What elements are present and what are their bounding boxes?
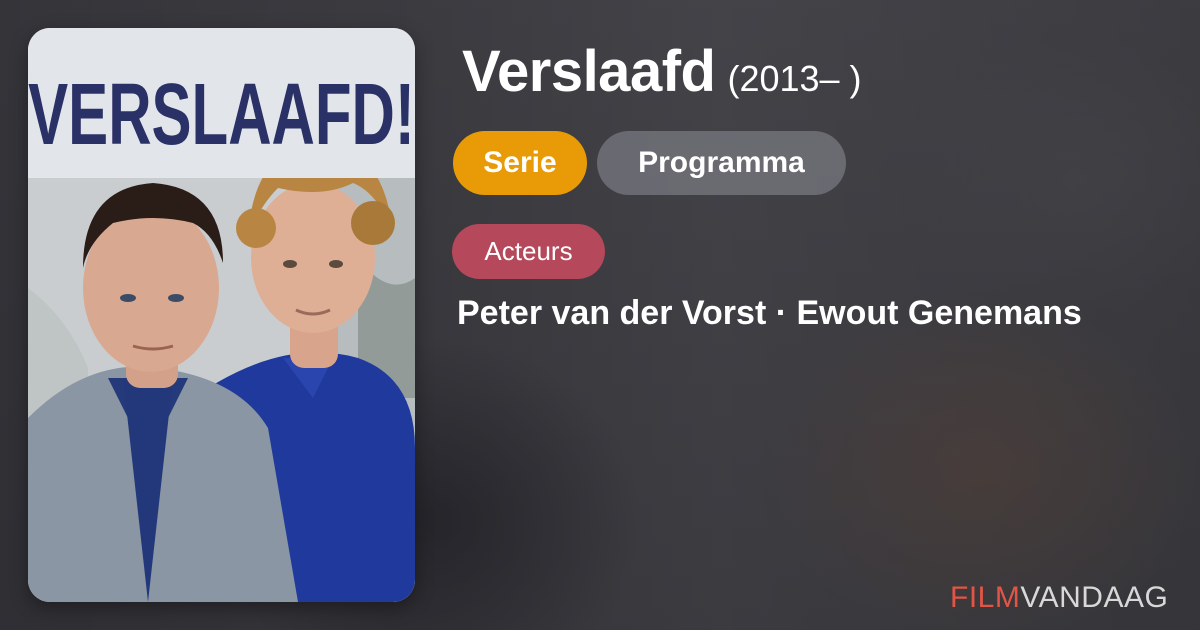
logo-part-vandaag: VANDAAG <box>1020 581 1169 614</box>
title-line: Verslaafd (2013– ) <box>462 38 862 105</box>
logo-part-film: FILM <box>950 581 1021 614</box>
filmvandaag-logo[interactable]: FILMVANDAAG <box>950 581 1168 615</box>
poster-title: VERSLAAFD! <box>28 65 415 163</box>
page-title: Verslaafd <box>462 39 716 104</box>
release-year: (2013– ) <box>727 58 862 99</box>
actors-list: Peter van der Vorst · Ewout Genemans <box>457 294 1082 332</box>
type-tag-serie[interactable]: Serie <box>453 131 587 195</box>
actors-heading-badge: Acteurs <box>452 224 605 279</box>
category-tag-programma[interactable]: Programma <box>597 131 846 195</box>
poster-card[interactable]: VERSLAAFD! <box>28 28 415 602</box>
